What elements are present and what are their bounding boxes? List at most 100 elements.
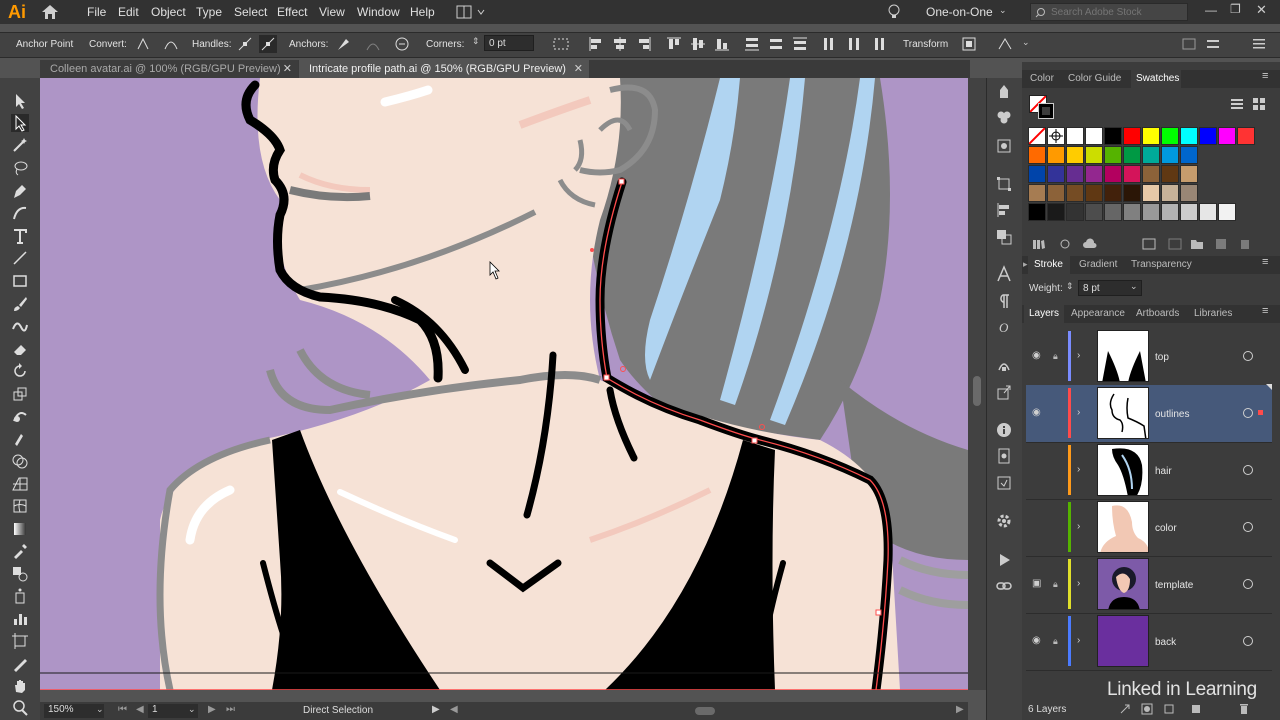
color-swatch[interactable]: [1028, 184, 1046, 202]
menu-view[interactable]: View: [319, 5, 345, 19]
shaper-tool-icon[interactable]: [11, 317, 29, 335]
artboard-nav-prev-icon[interactable]: ◀: [136, 704, 144, 715]
distribute-left-icon[interactable]: [821, 35, 839, 53]
symbols-icon[interactable]: [995, 356, 1013, 374]
expand-layer-icon[interactable]: ›: [1077, 521, 1080, 532]
panel-menu-icon[interactable]: ≡: [1262, 305, 1268, 317]
color-swatch[interactable]: [1161, 184, 1179, 202]
lock-icon[interactable]: 🔒︎: [1053, 636, 1058, 647]
lock-icon[interactable]: 🔒︎: [1053, 579, 1058, 590]
align-vertical-center-icon[interactable]: [689, 35, 707, 53]
restore-button[interactable]: ❐: [1230, 2, 1241, 16]
options-menu-icon[interactable]: [1204, 35, 1222, 53]
status-menu-arrow-icon[interactable]: ▶: [432, 704, 440, 715]
lasso-tool-icon[interactable]: [11, 159, 29, 177]
align-horizontal-center-icon[interactable]: [611, 35, 629, 53]
pathfinder-icon[interactable]: [995, 228, 1013, 246]
color-swatch[interactable]: [1142, 165, 1160, 183]
distribute-top-icon[interactable]: [743, 35, 761, 53]
zoom-tool-icon[interactable]: [11, 699, 29, 717]
color-swatch[interactable]: [1180, 165, 1198, 183]
new-folder-icon[interactable]: [1190, 238, 1204, 250]
artboard-canvas[interactable]: [40, 78, 968, 690]
menu-object[interactable]: Object: [151, 5, 186, 19]
artboard-nav-next-icon[interactable]: ▶: [208, 704, 216, 715]
stock-search-input[interactable]: [1051, 5, 1183, 19]
links-chain-icon[interactable]: [995, 577, 1013, 595]
document-info-icon[interactable]: [995, 421, 1013, 439]
color-swatch[interactable]: [1161, 146, 1179, 164]
character-icon[interactable]: [995, 265, 1013, 283]
expand-layer-icon[interactable]: ›: [1077, 578, 1080, 589]
color-swatch[interactable]: [1047, 203, 1065, 221]
color-swatch[interactable]: [1123, 184, 1141, 202]
swatch-libraries-icon[interactable]: [1032, 238, 1046, 250]
color-swatch[interactable]: [1066, 203, 1084, 221]
weight-stepper-icon[interactable]: ⇕: [1066, 281, 1074, 292]
rotate-tool-icon[interactable]: [11, 362, 29, 380]
collapse-arrow-icon[interactable]: ▸: [1023, 259, 1028, 270]
isolate-group-icon[interactable]: [960, 35, 978, 53]
color-swatch[interactable]: [1085, 165, 1103, 183]
delete-layer-icon[interactable]: [1238, 703, 1250, 715]
tab-stroke[interactable]: Stroke: [1034, 259, 1063, 270]
color-swatch[interactable]: [1161, 165, 1179, 183]
align-panel-icon[interactable]: [995, 201, 1013, 219]
paintbrush-tool-icon[interactable]: [11, 295, 29, 313]
more-options-icon[interactable]: [996, 35, 1014, 53]
tab-color-guide[interactable]: Color Guide: [1068, 73, 1121, 84]
color-swatch[interactable]: [1180, 146, 1198, 164]
visibility-eye-icon[interactable]: ◉: [1032, 350, 1041, 361]
layer-row-color[interactable]: [1026, 499, 1272, 557]
color-swatch[interactable]: [1047, 184, 1065, 202]
color-swatch[interactable]: [1199, 127, 1217, 145]
select-similar-icon[interactable]: [552, 35, 570, 53]
lock-icon[interactable]: 🔒︎: [1053, 351, 1058, 362]
menu-select[interactable]: Select: [234, 5, 267, 19]
tab-color[interactable]: Color: [1030, 73, 1054, 84]
panel-menu-icon[interactable]: ≡: [1262, 256, 1268, 268]
color-swatch[interactable]: [1123, 165, 1141, 183]
appearance-icon[interactable]: [995, 82, 1013, 100]
convert-to-corner-icon[interactable]: [134, 35, 152, 53]
color-swatch[interactable]: [1028, 146, 1046, 164]
align-left-icon[interactable]: [587, 35, 605, 53]
layer-name[interactable]: hair: [1155, 466, 1172, 477]
color-swatch[interactable]: [1142, 184, 1160, 202]
grid-view-icon[interactable]: [1252, 97, 1266, 111]
panel-layout-icon[interactable]: [1180, 35, 1198, 53]
opentype-icon[interactable]: O: [995, 318, 1013, 336]
new-layer-icon[interactable]: [1190, 703, 1202, 715]
expand-layer-icon[interactable]: ›: [1077, 407, 1080, 418]
stock-search-box[interactable]: [1030, 3, 1188, 21]
visibility-eye-icon[interactable]: ◉: [1032, 635, 1041, 646]
actions-play-icon[interactable]: [995, 551, 1013, 569]
convert-to-smooth-icon[interactable]: [162, 35, 180, 53]
color-swatch[interactable]: [1066, 165, 1084, 183]
transform-panel-icon[interactable]: [995, 175, 1013, 193]
distribute-right-icon[interactable]: [869, 35, 887, 53]
show-handles-icon[interactable]: [236, 35, 254, 53]
color-swatch[interactable]: [1142, 127, 1160, 145]
pen-tool-icon[interactable]: [11, 182, 29, 200]
color-swatch[interactable]: [1028, 203, 1046, 221]
color-swatch[interactable]: [1066, 127, 1084, 145]
layer-row-top[interactable]: [1026, 328, 1272, 386]
shape-builder-tool-icon[interactable]: [11, 452, 29, 470]
cut-path-icon[interactable]: [393, 35, 411, 53]
color-swatch[interactable]: [1047, 165, 1065, 183]
line-segment-tool-icon[interactable]: [11, 249, 29, 267]
selection-tool-icon[interactable]: [11, 92, 29, 110]
workspace-switcher[interactable]: One-on-One: [926, 5, 993, 19]
align-bottom-icon[interactable]: [713, 35, 731, 53]
close-tab-icon[interactable]: ✕: [283, 60, 292, 78]
cloud-sync-icon[interactable]: [1082, 238, 1098, 250]
layer-name[interactable]: template: [1155, 580, 1193, 591]
list-view-icon[interactable]: [1230, 97, 1244, 111]
align-right-icon[interactable]: [635, 35, 653, 53]
zoom-level-field[interactable]: 150%: [44, 704, 104, 718]
color-swatch[interactable]: [1161, 127, 1179, 145]
corners-value-field[interactable]: 0 pt: [484, 35, 534, 51]
horizontal-scroll-thumb[interactable]: [695, 707, 715, 715]
color-swatch[interactable]: [1180, 203, 1198, 221]
